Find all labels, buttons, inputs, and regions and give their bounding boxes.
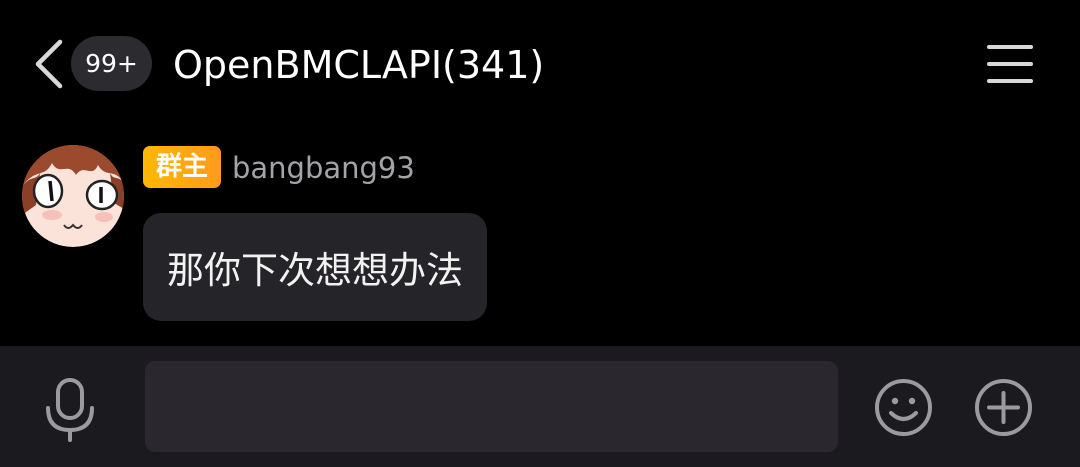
menu-button[interactable] bbox=[985, 40, 1035, 88]
smiley-face-icon bbox=[875, 379, 932, 436]
back-button[interactable] bbox=[28, 36, 68, 92]
chat-title: OpenBMCLAPI(341) bbox=[173, 43, 545, 87]
input-bar bbox=[0, 346, 1080, 467]
group-owner-badge: 群主 bbox=[143, 146, 221, 188]
anime-face-avatar bbox=[22, 145, 124, 247]
message-input[interactable] bbox=[145, 361, 838, 452]
voice-button[interactable] bbox=[40, 376, 100, 442]
more-options-button[interactable] bbox=[974, 378, 1033, 437]
plus-circle-icon bbox=[975, 379, 1032, 436]
chat-header: 99+ OpenBMCLAPI(341) bbox=[0, 0, 1080, 130]
emoji-button[interactable] bbox=[874, 378, 933, 437]
message-bubble[interactable]: 那你下次想想办法 bbox=[143, 213, 487, 321]
sender-name[interactable]: bangbang93 bbox=[232, 148, 415, 188]
unread-count-badge[interactable]: 99+ bbox=[71, 36, 152, 91]
chevron-left-icon bbox=[35, 39, 63, 89]
avatar[interactable] bbox=[22, 145, 124, 247]
hamburger-menu-icon bbox=[987, 45, 1033, 83]
microphone-icon bbox=[46, 378, 94, 442]
message-text: 那你下次想想办法 bbox=[167, 249, 463, 292]
